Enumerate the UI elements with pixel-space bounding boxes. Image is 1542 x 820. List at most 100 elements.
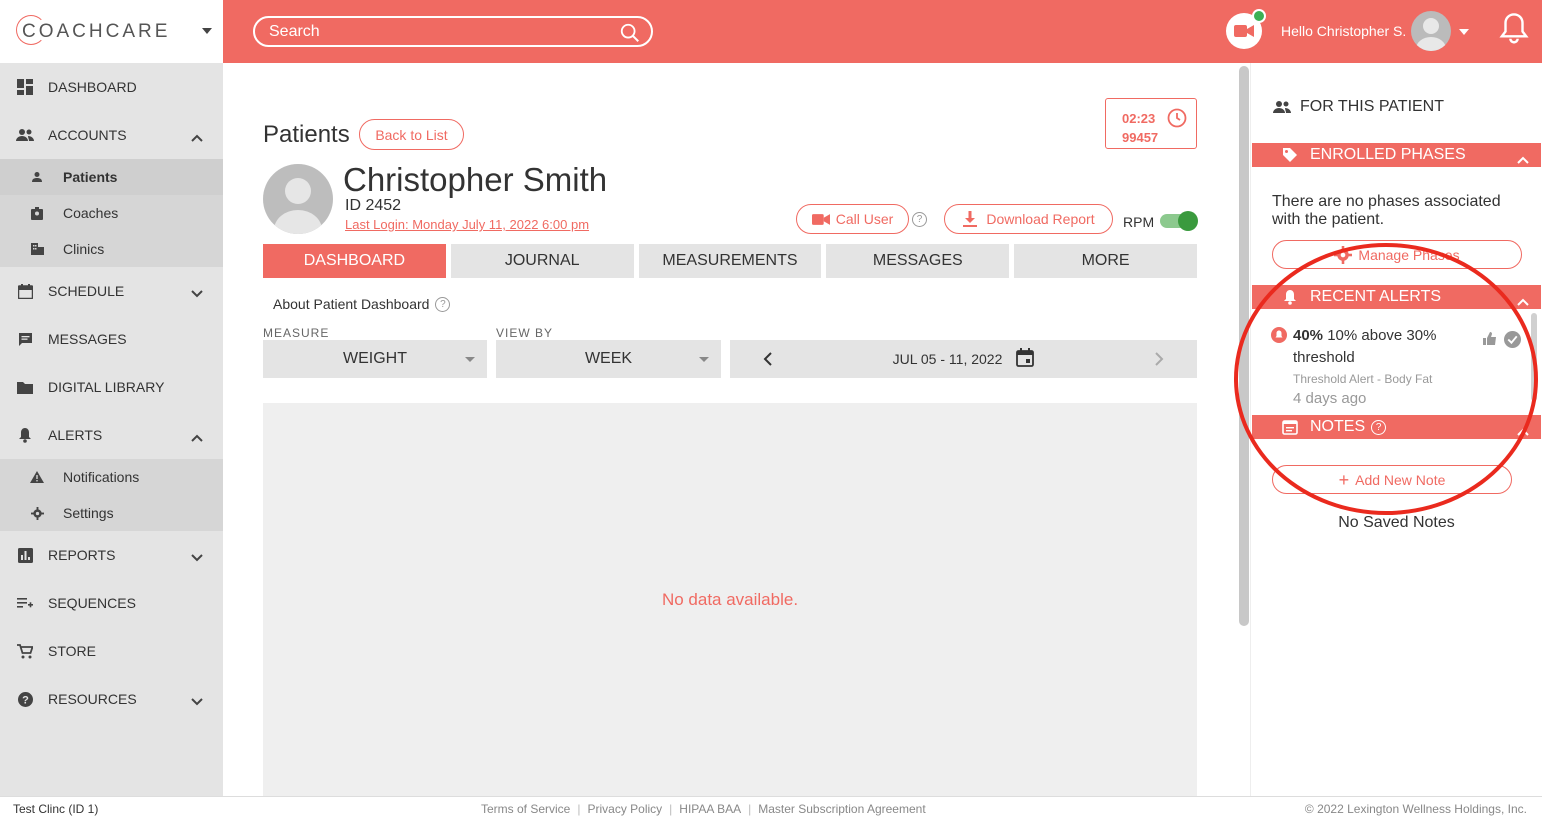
check-circle-icon[interactable] [1504,331,1521,353]
tab-dashboard[interactable]: DASHBOARD [263,244,446,278]
measure-value: WEIGHT [343,350,407,367]
coachcare-logo[interactable]: COACHCARE [16,14,170,45]
alerts-scrollbar[interactable] [1531,313,1537,401]
chevron-left-icon[interactable] [763,351,773,370]
video-call-button[interactable] [1226,9,1266,49]
sidebar-item-notifications[interactable]: Notifications [0,459,223,495]
chevron-up-icon[interactable] [191,129,203,145]
sidebar-item-patients[interactable]: Patients [0,159,223,195]
playlist-icon [16,594,34,612]
chevron-down-icon[interactable] [191,285,203,301]
measure-select[interactable]: WEIGHT [263,340,487,378]
recent-alerts-header[interactable]: RECENT ALERTS [1252,285,1541,309]
back-to-list-button[interactable]: Back to List [359,119,464,150]
warning-icon [30,470,44,484]
bar-chart-icon [16,546,34,564]
search-input[interactable] [269,22,609,41]
date-range-text[interactable]: JUL 05 - 11, 2022 [893,351,1003,367]
chevron-right-icon[interactable] [1154,351,1164,370]
badge-icon [30,206,44,220]
alert-value: 40% [1293,327,1324,344]
sidebar-item-reports[interactable]: REPORTS [0,531,223,579]
chevron-down-icon[interactable] [191,549,203,565]
copyright: © 2022 Lexington Wellness Holdings, Inc. [1304,802,1527,816]
help-circle-icon[interactable]: ? [1371,419,1387,435]
download-report-button[interactable]: Download Report [944,204,1113,234]
alert-actions [1482,331,1521,353]
view-by-label: VIEW BY [496,326,554,340]
main-scrollbar[interactable] [1239,66,1249,626]
add-new-note-button[interactable]: + Add New Note [1272,465,1512,494]
sidebar-item-dashboard[interactable]: DASHBOARD [0,63,223,111]
msa-link[interactable]: Master Subscription Agreement [758,802,925,816]
folder-icon [16,378,34,396]
tab-messages[interactable]: MESSAGES [826,244,1010,278]
clinic-switcher-caret-icon[interactable] [202,28,212,34]
date-range-picker: JUL 05 - 11, 2022 [730,340,1197,378]
enrolled-phases-header[interactable]: ENROLLED PHASES [1252,143,1541,167]
chart-area: No data available. [263,403,1197,796]
tab-measurements[interactable]: MEASUREMENTS [638,244,822,278]
chevron-down-icon[interactable] [191,693,203,709]
about-patient-dashboard[interactable]: About Patient Dashboard ? [273,296,451,312]
top-bar: Hello Christopher S. [223,0,1542,63]
sidebar-item-alerts[interactable]: ALERTS [0,411,223,459]
clock-icon [1167,108,1187,133]
view-by-select[interactable]: WEEK [496,340,721,378]
bell-icon [1284,290,1296,305]
tab-more[interactable]: MORE [1014,244,1197,278]
section-title: RECENT ALERTS [1310,288,1442,305]
cart-icon [16,642,34,660]
alert-bell-icon [1271,327,1287,343]
chevron-up-icon[interactable] [1517,423,1529,441]
alert-item[interactable]: 40% 10% above 30% threshold Threshold Al… [1271,325,1521,407]
privacy-link[interactable]: Privacy Policy [587,802,662,816]
sidebar-item-label: ALERTS [48,427,103,443]
help-circle-icon[interactable]: ? [435,296,451,312]
hipaa-link[interactable]: HIPAA BAA [679,802,741,816]
separator: | [669,802,673,816]
notifications-bell-icon[interactable] [1499,12,1529,51]
sidebar-item-digital-library[interactable]: DIGITAL LIBRARY [0,363,223,411]
sidebar-item-schedule[interactable]: SCHEDULE [0,267,223,315]
rpm-label: RPM [1123,214,1155,230]
tab-journal[interactable]: JOURNAL [450,244,634,278]
search-box[interactable] [253,16,653,47]
no-data-message: No data available. [661,589,799,609]
sidebar-item-coaches[interactable]: Coaches [0,195,223,231]
chevron-up-icon[interactable] [1517,151,1529,169]
no-saved-notes: No Saved Notes [1338,514,1455,531]
main-content: Patients Back to List 02:23 99457 Christ… [223,63,1238,796]
session-timer[interactable]: 02:23 99457 [1105,98,1197,149]
chat-icon [16,330,34,348]
thumbs-up-icon[interactable] [1482,331,1498,353]
call-help-icon[interactable]: ? [912,212,927,227]
sidebar-item-accounts[interactable]: ACCOUNTS [0,111,223,159]
chevron-up-icon[interactable] [1517,293,1529,311]
sidebar-item-settings[interactable]: Settings [0,495,223,531]
no-phases-message: There are no phases associated with the … [1272,193,1501,228]
svg-text:?: ? [22,694,29,706]
sidebar-item-resources[interactable]: ? RESOURCES [0,675,223,723]
patient-id: ID 2452 [345,197,402,214]
call-user-button[interactable]: Call User [796,204,909,234]
user-avatar[interactable] [1411,11,1451,51]
chevron-up-icon[interactable] [191,429,203,445]
notes-header[interactable]: NOTES ? [1252,415,1541,439]
tag-icon [1283,148,1297,162]
last-login-link[interactable]: Last Login: Monday July 11, 2022 6:00 pm [345,217,589,232]
manage-phases-button[interactable]: Manage Phases [1272,240,1522,269]
search-icon[interactable] [619,22,641,49]
rpm-toggle[interactable] [1160,211,1198,231]
calendar-icon[interactable] [1016,348,1035,370]
sidebar-item-clinics[interactable]: Clinics [0,231,223,267]
bell-icon [16,426,34,444]
sidebar-item-messages[interactable]: MESSAGES [0,315,223,363]
sidebar-item-store[interactable]: STORE [0,627,223,675]
sidebar-item-sequences[interactable]: SEQUENCES [0,579,223,627]
terms-link[interactable]: Terms of Service [481,802,570,816]
user-menu-caret-icon[interactable] [1459,29,1469,35]
for-this-patient-heading: FOR THIS PATIENT [1272,98,1444,116]
user-greeting[interactable]: Hello Christopher S. [1281,23,1406,39]
sidebar-item-label: SCHEDULE [48,283,125,299]
